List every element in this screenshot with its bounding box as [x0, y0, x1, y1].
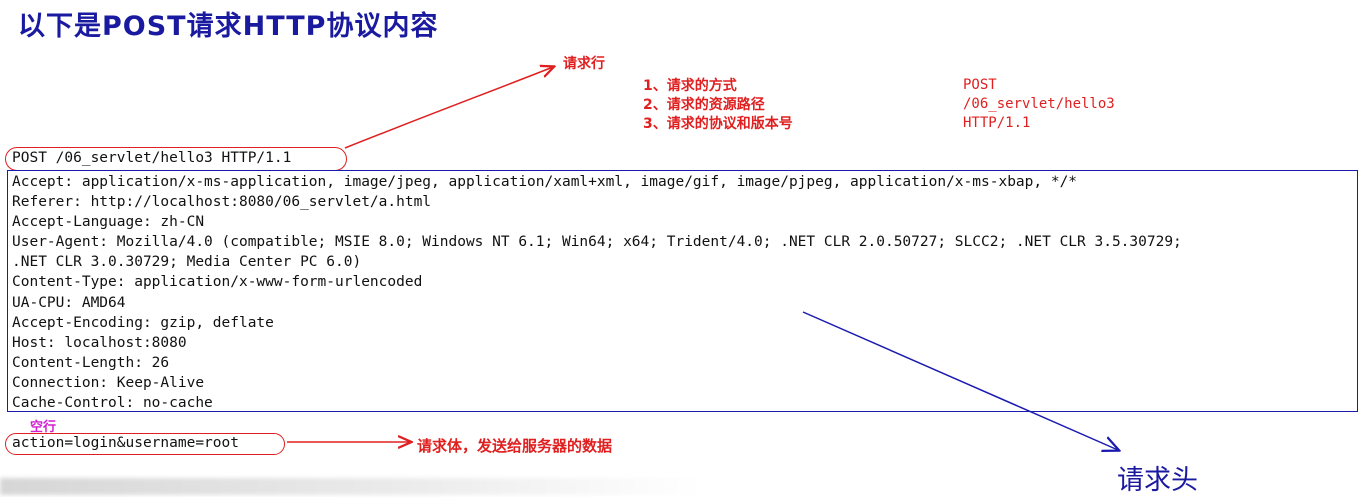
arrow-to-request-headers-label	[802, 311, 1118, 450]
arrow-to-request-line-label	[344, 67, 553, 149]
annotation-arrows	[287, 0, 1367, 495]
